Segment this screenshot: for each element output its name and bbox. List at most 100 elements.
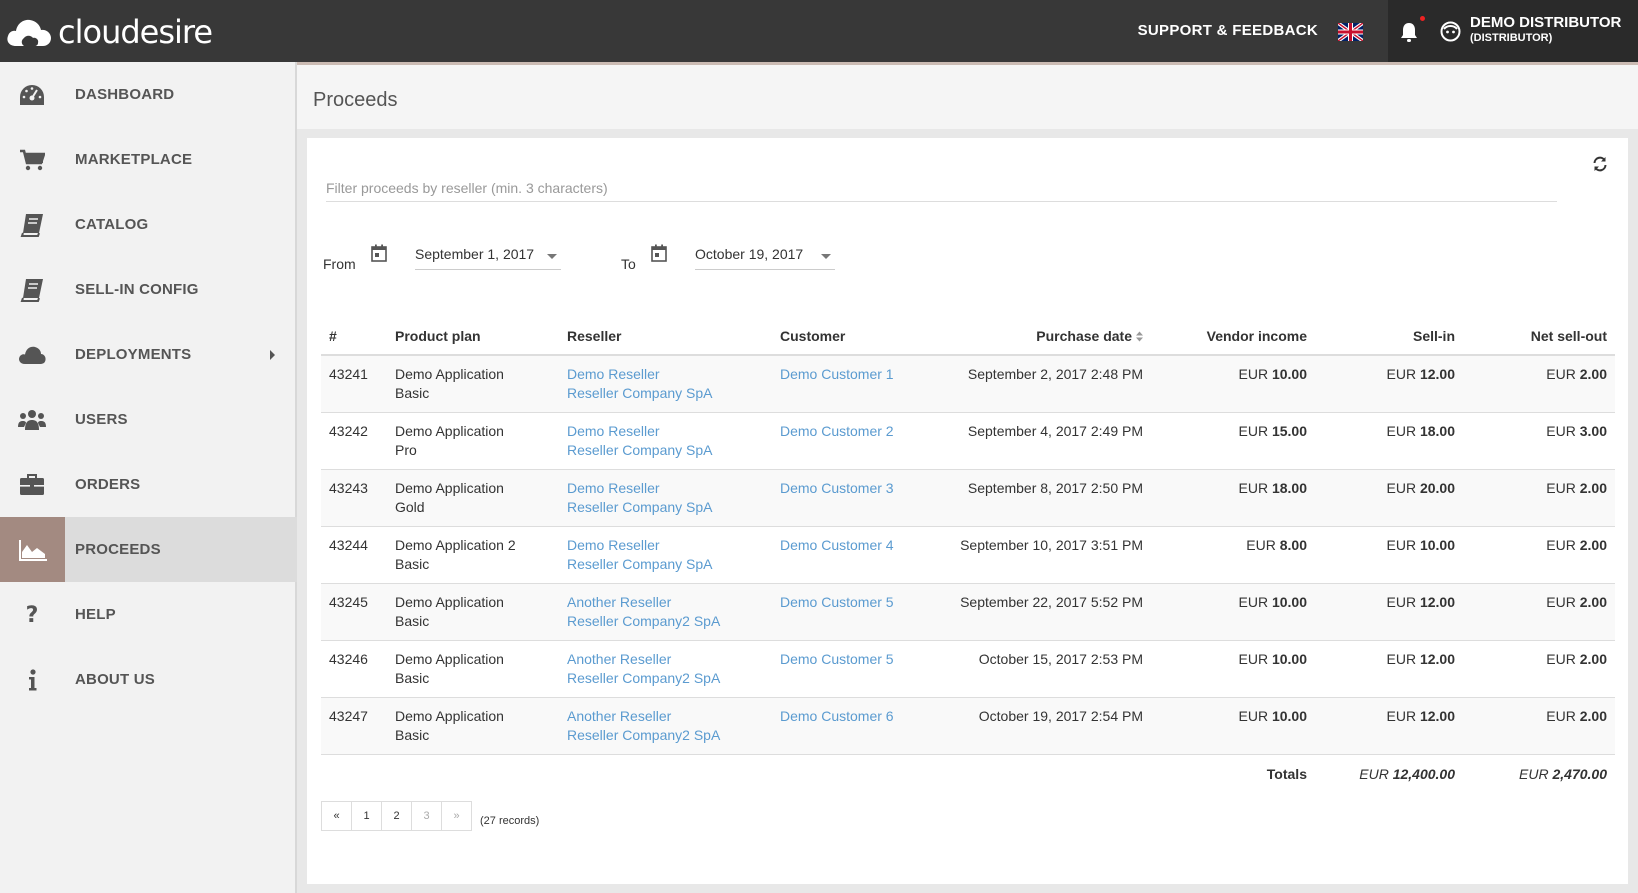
vendor-income-value: 10.00 bbox=[1271, 651, 1307, 667]
customer-link[interactable]: Demo Customer 2 bbox=[780, 423, 894, 439]
currency-label: EUR bbox=[1386, 651, 1417, 667]
brand-logo[interactable]: cloudesire bbox=[6, 14, 213, 50]
reseller-company-link[interactable]: Reseller Company2 SpA bbox=[567, 670, 720, 686]
page-button-3[interactable]: 3 bbox=[411, 801, 442, 831]
currency-label: EUR bbox=[1519, 766, 1549, 782]
currency-label: EUR bbox=[1546, 651, 1576, 667]
from-date-select[interactable]: September 1, 2017 bbox=[415, 242, 561, 270]
product-name: Demo Application bbox=[395, 594, 504, 610]
sell-in-value: 12.00 bbox=[1419, 708, 1455, 724]
customer-cell: Demo Customer 4 bbox=[772, 526, 942, 584]
sidebar-item-label: MARKETPLACE bbox=[75, 151, 193, 168]
customer-link[interactable]: Demo Customer 5 bbox=[780, 594, 894, 610]
sidebar-item-proceeds[interactable]: PROCEEDS bbox=[0, 517, 297, 582]
sell-in-cell: EUR 12.00 bbox=[1315, 354, 1463, 413]
sidebar-item-label: CATALOG bbox=[75, 216, 149, 233]
purchase-date-cell: October 15, 2017 2:53 PM bbox=[942, 640, 1151, 698]
page-button-1[interactable]: 1 bbox=[351, 801, 382, 831]
calendar-icon[interactable] bbox=[651, 244, 667, 262]
totals-label: Totals bbox=[1151, 754, 1315, 793]
sidebar-item-label: SELL-IN CONFIG bbox=[75, 281, 199, 298]
uk-flag-icon[interactable] bbox=[1338, 23, 1363, 41]
user-avatar-icon[interactable] bbox=[1440, 21, 1461, 42]
reseller-link[interactable]: Another Reseller bbox=[567, 594, 671, 610]
plan-name: Basic bbox=[395, 556, 430, 572]
currency-label: EUR bbox=[1546, 423, 1576, 439]
sidebar-item-orders[interactable]: ORDERS bbox=[0, 452, 297, 517]
column-header-vendor-income: Vendor income bbox=[1151, 318, 1315, 356]
currency-label: EUR bbox=[1359, 766, 1389, 782]
reseller-cell: Another Reseller Reseller Company2 SpA bbox=[559, 640, 772, 698]
net-sell-out-cell: EUR 2.00 bbox=[1463, 469, 1615, 527]
to-date-value: October 19, 2017 bbox=[695, 246, 804, 262]
customer-link[interactable]: Demo Customer 4 bbox=[780, 537, 894, 553]
table-row: 43245 Demo Application Basic Another Resell… bbox=[321, 583, 1615, 641]
vendor-income-value: 10.00 bbox=[1271, 594, 1307, 610]
reseller-company-link[interactable]: Reseller Company SpA bbox=[567, 442, 713, 458]
reseller-link[interactable]: Another Reseller bbox=[567, 651, 671, 667]
reseller-link[interactable]: Demo Reseller bbox=[567, 480, 660, 496]
currency-label: EUR bbox=[1546, 366, 1576, 382]
purchase-date-cell: September 8, 2017 2:50 PM bbox=[942, 469, 1151, 527]
vendor-income-cell: EUR 10.00 bbox=[1151, 583, 1315, 641]
sidebar-item-label: USERS bbox=[75, 411, 128, 428]
sidebar-item-dashboard[interactable]: DASHBOARD bbox=[0, 62, 297, 127]
chevron-right-icon bbox=[270, 350, 275, 360]
net-sell-out-value: 2.00 bbox=[1579, 480, 1607, 496]
sidebar-item-about-us[interactable]: ABOUT US bbox=[0, 647, 297, 712]
column-header-id: # bbox=[321, 318, 387, 356]
briefcase-icon bbox=[20, 474, 44, 495]
net-sell-out-cell: EUR 2.00 bbox=[1463, 697, 1615, 755]
currency-label: EUR bbox=[1546, 708, 1576, 724]
sidebar-item-deployments[interactable]: DEPLOYMENTS bbox=[0, 322, 297, 387]
sidebar-item-catalog[interactable]: CATALOG bbox=[0, 192, 297, 257]
support-feedback-link[interactable]: SUPPORT & FEEDBACK bbox=[1138, 22, 1318, 39]
reseller-company-link[interactable]: Reseller Company SpA bbox=[567, 556, 713, 572]
from-label: From bbox=[323, 256, 356, 272]
chevron-down-icon bbox=[821, 254, 831, 259]
customer-link[interactable]: Demo Customer 5 bbox=[780, 651, 894, 667]
currency-label: EUR bbox=[1386, 594, 1417, 610]
reseller-company-link[interactable]: Reseller Company SpA bbox=[567, 385, 713, 401]
sort-icon[interactable] bbox=[1136, 331, 1143, 342]
table-row: 43244 Demo Application 2 Basic Demo Reselle… bbox=[321, 526, 1615, 584]
page-button-2[interactable]: 2 bbox=[381, 801, 412, 831]
to-date-select[interactable]: October 19, 2017 bbox=[695, 242, 835, 270]
customer-link[interactable]: Demo Customer 1 bbox=[780, 366, 894, 382]
users-icon bbox=[18, 410, 46, 430]
sidebar-item-sell-in-config[interactable]: SELL-IN CONFIG bbox=[0, 257, 297, 322]
reseller-company-link[interactable]: Reseller Company2 SpA bbox=[567, 727, 720, 743]
product-plan-cell: Demo Application Gold bbox=[387, 469, 559, 527]
customer-link[interactable]: Demo Customer 6 bbox=[780, 708, 894, 724]
currency-label: EUR bbox=[1546, 480, 1576, 496]
reseller-company-link[interactable]: Reseller Company2 SpA bbox=[567, 613, 720, 629]
info-icon bbox=[29, 669, 37, 691]
product-plan-cell: Demo Application Basic bbox=[387, 583, 559, 641]
reseller-link[interactable]: Demo Reseller bbox=[567, 537, 660, 553]
reseller-link[interactable]: Demo Reseller bbox=[567, 366, 660, 382]
column-header-purchase-date[interactable]: Purchase date bbox=[942, 318, 1151, 356]
product-name: Demo Application bbox=[395, 480, 504, 496]
total-net-sell-out-value: 2,470.00 bbox=[1552, 766, 1608, 782]
sell-in-value: 20.00 bbox=[1419, 480, 1455, 496]
refresh-icon[interactable] bbox=[1592, 156, 1608, 172]
next-page-button[interactable]: » bbox=[441, 801, 472, 831]
reseller-company-link[interactable]: Reseller Company SpA bbox=[567, 499, 713, 515]
purchase-date-cell: September 4, 2017 2:49 PM bbox=[942, 412, 1151, 470]
reseller-link[interactable]: Demo Reseller bbox=[567, 423, 660, 439]
calendar-icon[interactable] bbox=[371, 244, 387, 262]
sidebar-item-users[interactable]: USERS bbox=[0, 387, 297, 452]
reseller-link[interactable]: Another Reseller bbox=[567, 708, 671, 724]
reseller-filter-input[interactable] bbox=[326, 174, 1557, 202]
reseller-cell: Another Reseller Reseller Company2 SpA bbox=[559, 583, 772, 641]
customer-link[interactable]: Demo Customer 3 bbox=[780, 480, 894, 496]
reseller-cell: Demo Reseller Reseller Company SpA bbox=[559, 526, 772, 584]
user-name[interactable]: DEMO DISTRIBUTOR bbox=[1470, 15, 1621, 31]
bell-icon[interactable] bbox=[1399, 21, 1419, 43]
sidebar-item-help[interactable]: ? HELP bbox=[0, 582, 297, 647]
sidebar-item-marketplace[interactable]: MARKETPLACE bbox=[0, 127, 297, 192]
question-icon: ? bbox=[25, 602, 39, 628]
sell-in-value: 12.00 bbox=[1419, 594, 1455, 610]
product-plan-cell: Demo Application 2 Basic bbox=[387, 526, 559, 584]
prev-page-button[interactable]: « bbox=[321, 801, 352, 831]
